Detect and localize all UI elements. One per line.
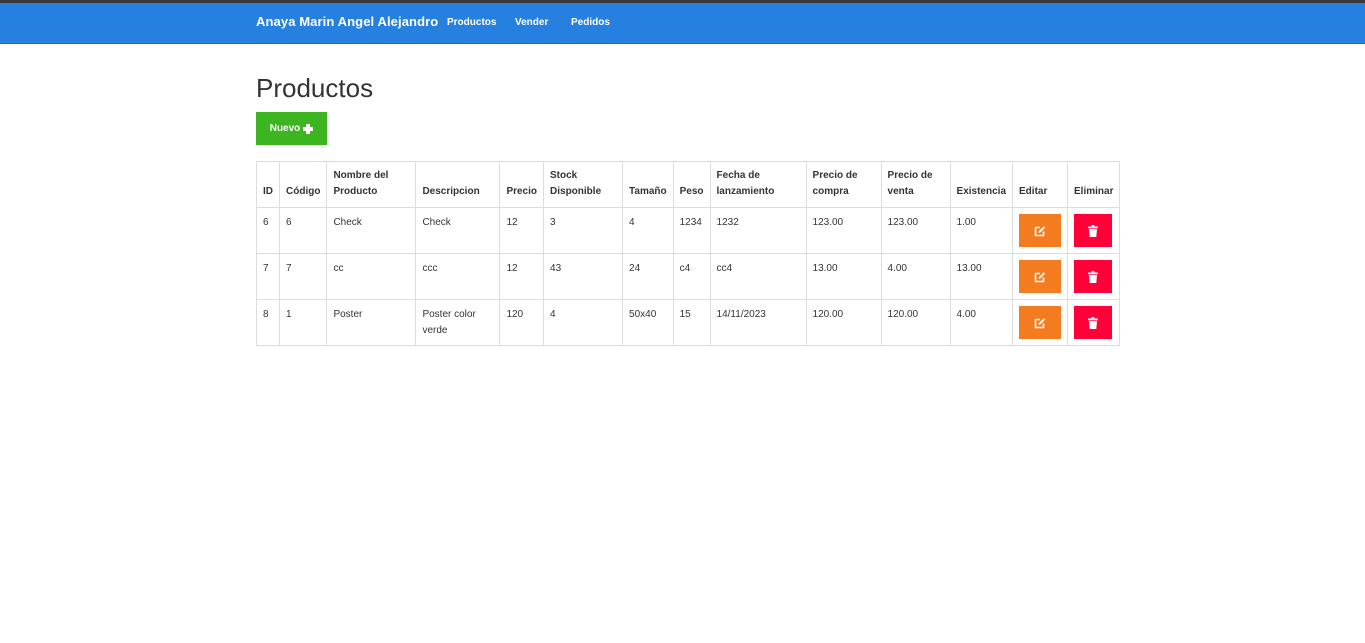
header-precio-compra: Precio de compra — [805, 161, 882, 208]
cell-peso: 15 — [672, 299, 711, 346]
cell-editar — [1012, 299, 1069, 346]
cell-existencia: 1.00 — [949, 207, 1014, 254]
nav-link-pedidos[interactable]: Pedidos — [571, 17, 610, 28]
cell-precio: 120 — [499, 299, 545, 346]
table-header-row: ID Código Nombre del Producto Descripcio… — [256, 161, 1121, 208]
edit-icon — [1034, 225, 1046, 236]
cell-existencia: 13.00 — [949, 253, 1014, 300]
cell-stock: 4 — [543, 299, 624, 346]
edit-button[interactable] — [1019, 306, 1062, 339]
cell-stock: 43 — [543, 253, 624, 300]
cell-eliminar — [1067, 299, 1121, 346]
header-existencia: Existencia — [949, 161, 1014, 208]
header-fecha: Fecha de lanzamiento — [709, 161, 807, 208]
cell-codigo: 6 — [278, 207, 328, 254]
header-peso: Peso — [672, 161, 711, 208]
delete-button[interactable] — [1074, 260, 1113, 293]
products-table: ID Código Nombre del Producto Descripcio… — [256, 161, 1121, 346]
trash-icon — [1088, 316, 1099, 329]
table-row: 7 7 cc ccc 12 43 24 c4 cc4 13.00 4.00 13… — [256, 253, 1121, 300]
delete-button[interactable] — [1074, 306, 1113, 339]
header-precio-venta: Precio de venta — [880, 161, 951, 208]
cell-nombre: cc — [326, 253, 417, 300]
table-row: 8 1 Poster Poster color verde 120 4 50x4… — [256, 299, 1121, 346]
cell-precio: 12 — [499, 207, 545, 254]
header-stock: Stock Disponible — [543, 161, 624, 208]
cell-stock: 3 — [543, 207, 624, 254]
plus-icon — [303, 123, 314, 134]
edit-icon — [1034, 271, 1046, 282]
header-precio: Precio — [499, 161, 545, 208]
cell-precio-venta: 123.00 — [880, 207, 951, 254]
cell-nombre: Check — [326, 207, 417, 254]
cell-eliminar — [1067, 207, 1121, 254]
delete-button[interactable] — [1074, 214, 1113, 247]
cell-codigo: 7 — [278, 253, 328, 300]
cell-fecha: 14/11/2023 — [709, 299, 807, 346]
cell-existencia: 4.00 — [949, 299, 1014, 346]
cell-peso: 1234 — [672, 207, 711, 254]
cell-descripcion: Poster color verde — [415, 299, 501, 346]
header-nombre: Nombre del Producto — [326, 161, 417, 208]
cell-editar — [1012, 207, 1069, 254]
nav-link-vender[interactable]: Vender — [515, 17, 548, 28]
edit-button[interactable] — [1019, 260, 1062, 293]
cell-precio: 12 — [499, 253, 545, 300]
new-product-button[interactable]: Nuevo — [256, 112, 327, 145]
page-title: Productos — [256, 73, 374, 103]
cell-fecha: 1232 — [709, 207, 807, 254]
header-eliminar: Eliminar — [1067, 161, 1121, 208]
cell-precio-venta: 120.00 — [880, 299, 951, 346]
cell-id: 8 — [256, 299, 280, 346]
table-body: 6 6 Check Check 12 3 4 1234 1232 123.00 … — [256, 207, 1121, 346]
header-codigo: Código — [278, 161, 328, 208]
header-descripcion: Descripcion — [415, 161, 501, 208]
cell-precio-compra: 120.00 — [805, 299, 882, 346]
cell-tamano: 4 — [622, 207, 674, 254]
navbar: Anaya Marin Angel Alejandro Productos Ve… — [0, 3, 1365, 44]
trash-icon — [1088, 270, 1099, 283]
nav-link-productos[interactable]: Productos — [447, 17, 496, 28]
table-row: 6 6 Check Check 12 3 4 1234 1232 123.00 … — [256, 207, 1121, 254]
cell-codigo: 1 — [278, 299, 328, 346]
cell-fecha: cc4 — [709, 253, 807, 300]
cell-descripcion: Check — [415, 207, 501, 254]
edit-button[interactable] — [1019, 214, 1062, 247]
cell-eliminar — [1067, 253, 1121, 300]
cell-tamano: 24 — [622, 253, 674, 300]
cell-descripcion: ccc — [415, 253, 501, 300]
cell-precio-venta: 4.00 — [880, 253, 951, 300]
cell-precio-compra: 13.00 — [805, 253, 882, 300]
trash-icon — [1088, 224, 1099, 237]
header-editar: Editar — [1012, 161, 1069, 208]
edit-icon — [1034, 317, 1046, 328]
header-tamano: Tamaño — [622, 161, 674, 208]
navbar-brand[interactable]: Anaya Marin Angel Alejandro — [256, 14, 438, 29]
cell-id: 7 — [256, 253, 280, 300]
new-button-label: Nuevo — [269, 123, 301, 134]
header-id: ID — [256, 161, 280, 208]
cell-editar — [1012, 253, 1069, 300]
cell-peso: c4 — [672, 253, 711, 300]
cell-id: 6 — [256, 207, 280, 254]
cell-nombre: Poster — [326, 299, 417, 346]
cell-precio-compra: 123.00 — [805, 207, 882, 254]
cell-tamano: 50x40 — [622, 299, 674, 346]
